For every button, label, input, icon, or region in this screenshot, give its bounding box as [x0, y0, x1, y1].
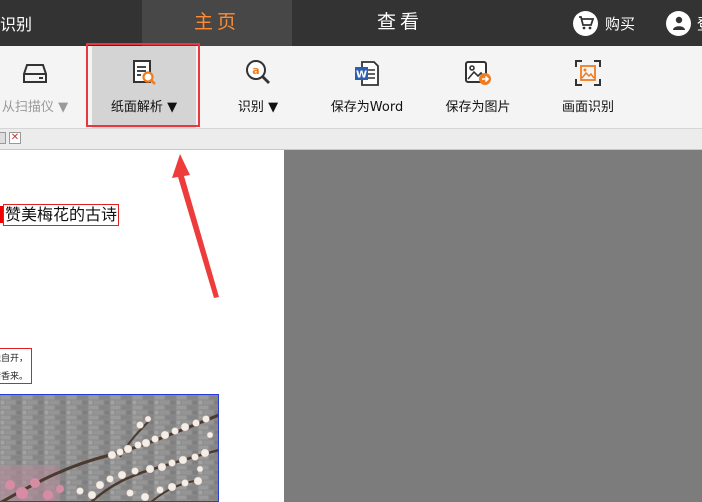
poem-line-2: 暗香来。 — [0, 372, 28, 382]
buy-label: 购买 — [605, 14, 636, 33]
buy-button[interactable]: 购买 — [573, 10, 635, 36]
preview-pane — [284, 150, 702, 502]
scanner-label: 从扫描仪 — [1, 100, 54, 115]
annotation-arrow-icon — [172, 154, 219, 298]
poem-line-1: 独自开， — [0, 354, 28, 364]
screen-recognize-icon — [575, 60, 601, 86]
top-bar: 字识别 主页 查看 购买 登 — [0, 0, 702, 46]
save-as-word-label: 保存为Word — [330, 100, 404, 115]
screen-recognize-button[interactable]: 画面识别 — [552, 46, 624, 128]
highlight-frame — [86, 43, 200, 127]
photo-image — [0, 395, 218, 501]
tab-view[interactable]: 查看 — [320, 0, 480, 46]
plum-blossom-photo — [0, 394, 219, 502]
poem-text-block: 独自开， 暗香来。 — [0, 348, 32, 384]
word-icon: W — [355, 61, 379, 86]
tab-edge — [0, 132, 6, 144]
scan-from-scanner-button[interactable]: 从扫描仪 ▼ — [0, 46, 76, 128]
recognize-button[interactable]: a 识别 ▼ — [222, 46, 294, 128]
scanner-icon — [23, 64, 47, 83]
svg-text:a: a — [252, 64, 259, 77]
save-as-image-button[interactable]: 保存为图片 — [438, 46, 518, 128]
user-icon — [666, 10, 691, 36]
document-page: 赞美梅花的古诗 独自开， 暗香来。 — [0, 150, 284, 502]
close-tab-icon[interactable]: ✕ — [9, 132, 21, 144]
cart-icon — [573, 10, 598, 36]
tab-home[interactable]: 主页 — [142, 0, 292, 46]
document-tab-strip: ✕ — [0, 129, 702, 150]
save-image-icon — [465, 61, 491, 85]
app-title: 字识别 — [0, 15, 33, 34]
svg-text:W: W — [356, 70, 367, 81]
dropdown-arrow-icon: ▼ — [268, 100, 279, 115]
document-title: 赞美梅花的古诗 — [3, 204, 120, 226]
dropdown-arrow-icon: ▼ — [58, 100, 69, 115]
user-login-button[interactable]: 登 — [666, 10, 702, 36]
screen-recognize-label: 画面识别 — [561, 100, 614, 115]
recognize-icon: a — [246, 60, 270, 84]
recognize-label: 识别 — [237, 100, 264, 115]
user-label: 登 — [697, 13, 702, 34]
save-as-word-button[interactable]: W 保存为Word — [322, 46, 412, 128]
save-as-image-label: 保存为图片 — [445, 100, 511, 115]
